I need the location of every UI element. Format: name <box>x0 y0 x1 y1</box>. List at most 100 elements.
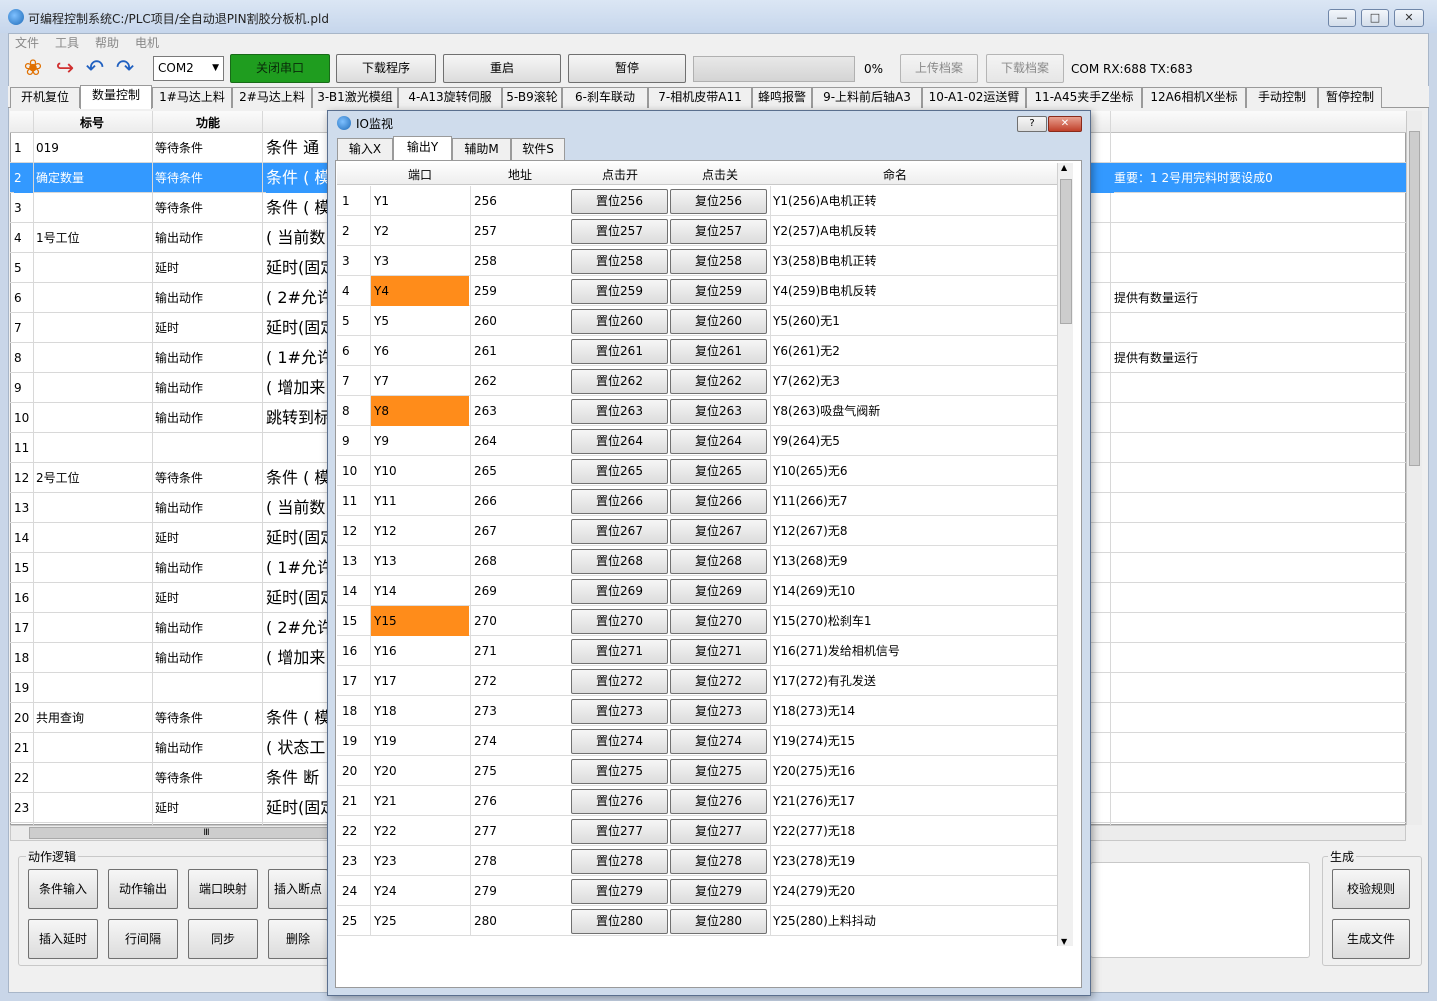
tab-7[interactable]: 6-刹车联动 <box>562 87 648 108</box>
menu-motor[interactable]: 电机 <box>135 34 159 51</box>
restart-button[interactable]: 重启 <box>443 54 561 83</box>
reset-output-button[interactable]: 复位267 <box>670 519 767 544</box>
maximize-button[interactable]: □ <box>1361 9 1389 27</box>
action-row1-button-2[interactable]: 端口映射 <box>188 869 258 909</box>
set-output-button[interactable]: 置位277 <box>571 819 668 844</box>
set-output-button[interactable]: 置位266 <box>571 489 668 514</box>
set-output-button[interactable]: 置位265 <box>571 459 668 484</box>
io-vertical-scrollbar[interactable]: ▲ ▼ <box>1057 163 1073 946</box>
menu-help[interactable]: 帮助 <box>95 34 119 51</box>
menu-file[interactable]: 文件 <box>15 34 39 51</box>
pause-button[interactable]: 暂停 <box>568 54 686 83</box>
settings-icon[interactable]: ❀ <box>20 56 46 82</box>
reset-output-button[interactable]: 复位265 <box>670 459 767 484</box>
generate-file-button[interactable]: 生成文件 <box>1332 919 1410 959</box>
reset-output-button[interactable]: 复位263 <box>670 399 767 424</box>
tab-5[interactable]: 4-A13旋转伺服 <box>398 87 502 108</box>
reset-output-button[interactable]: 复位276 <box>670 789 767 814</box>
reset-output-button[interactable]: 复位259 <box>670 279 767 304</box>
connect-icon[interactable]: ↪ <box>52 56 78 82</box>
scroll-down-icon[interactable]: ▼ <box>1061 937 1067 946</box>
reset-output-button[interactable]: 复位275 <box>670 759 767 784</box>
reset-output-button[interactable]: 复位270 <box>670 609 767 634</box>
set-output-button[interactable]: 置位260 <box>571 309 668 334</box>
tab-13[interactable]: 12A6相机X坐标 <box>1142 87 1246 108</box>
tab-1[interactable]: 数量控制 <box>80 85 152 109</box>
com-port-select[interactable]: COM2 ▼ <box>153 56 224 81</box>
reset-output-button[interactable]: 复位260 <box>670 309 767 334</box>
set-output-button[interactable]: 置位257 <box>571 219 668 244</box>
set-output-button[interactable]: 置位268 <box>571 549 668 574</box>
download-archive-button[interactable]: 下载档案 <box>986 54 1064 83</box>
set-output-button[interactable]: 置位279 <box>571 879 668 904</box>
tab-8[interactable]: 7-相机皮带A11 <box>648 87 752 108</box>
reset-output-button[interactable]: 复位264 <box>670 429 767 454</box>
dialog-help-button[interactable]: ? <box>1017 116 1047 132</box>
reset-output-button[interactable]: 复位266 <box>670 489 767 514</box>
action-row1-button-1[interactable]: 动作输出 <box>108 869 178 909</box>
reset-output-button[interactable]: 复位274 <box>670 729 767 754</box>
reset-output-button[interactable]: 复位257 <box>670 219 767 244</box>
set-output-button[interactable]: 置位273 <box>571 699 668 724</box>
reset-output-button[interactable]: 复位258 <box>670 249 767 274</box>
reset-output-button[interactable]: 复位272 <box>670 669 767 694</box>
tab-14[interactable]: 手动控制 <box>1246 87 1318 108</box>
reset-output-button[interactable]: 复位261 <box>670 339 767 364</box>
grid-vertical-scrollbar[interactable] <box>1406 111 1422 825</box>
reset-output-button[interactable]: 复位273 <box>670 699 767 724</box>
scroll-up-icon[interactable]: ▲ <box>1061 163 1067 172</box>
tab-4[interactable]: 3-B1激光模组 <box>312 87 398 108</box>
set-output-button[interactable]: 置位274 <box>571 729 668 754</box>
tab-12[interactable]: 11-A45夹手Z坐标 <box>1026 87 1142 108</box>
set-output-button[interactable]: 置位272 <box>571 669 668 694</box>
reset-output-button[interactable]: 复位278 <box>670 849 767 874</box>
set-output-button[interactable]: 置位271 <box>571 639 668 664</box>
reset-output-button[interactable]: 复位268 <box>670 549 767 574</box>
verify-rules-button[interactable]: 校验规则 <box>1332 869 1410 909</box>
set-output-button[interactable]: 置位262 <box>571 369 668 394</box>
action-row2-button-3[interactable]: 删除 <box>268 919 328 959</box>
set-output-button[interactable]: 置位276 <box>571 789 668 814</box>
redo-icon[interactable]: ↷ <box>112 56 138 82</box>
reset-output-button[interactable]: 复位279 <box>670 879 767 904</box>
io-tab-0[interactable]: 输入X <box>337 138 393 160</box>
reset-output-button[interactable]: 复位271 <box>670 639 767 664</box>
io-tab-2[interactable]: 辅助M <box>452 138 511 160</box>
dialog-close-button[interactable]: ✕ <box>1048 116 1082 132</box>
upload-archive-button[interactable]: 上传档案 <box>900 54 978 83</box>
set-output-button[interactable]: 置位269 <box>571 579 668 604</box>
set-output-button[interactable]: 置位258 <box>571 249 668 274</box>
tab-3[interactable]: 2#马达上料 <box>232 87 312 108</box>
io-tab-1[interactable]: 输出Y <box>393 136 452 161</box>
action-row1-button-3[interactable]: 插入断点 <box>268 869 328 909</box>
action-row1-button-0[interactable]: 条件输入 <box>28 869 98 909</box>
io-tab-3[interactable]: 软件S <box>511 138 565 160</box>
tab-11[interactable]: 10-A1-02运送臂 <box>922 87 1026 108</box>
set-output-button[interactable]: 置位270 <box>571 609 668 634</box>
set-output-button[interactable]: 置位259 <box>571 279 668 304</box>
minimize-button[interactable]: — <box>1328 9 1356 27</box>
set-output-button[interactable]: 置位264 <box>571 429 668 454</box>
set-output-button[interactable]: 置位267 <box>571 519 668 544</box>
reset-output-button[interactable]: 复位262 <box>670 369 767 394</box>
set-output-button[interactable]: 置位275 <box>571 759 668 784</box>
set-output-button[interactable]: 置位261 <box>571 339 668 364</box>
download-program-button[interactable]: 下载程序 <box>336 54 436 83</box>
set-output-button[interactable]: 置位280 <box>571 909 668 934</box>
tab-10[interactable]: 9-上料前后轴A3 <box>812 87 922 108</box>
undo-icon[interactable]: ↶ <box>82 56 108 82</box>
action-row2-button-0[interactable]: 插入延时 <box>28 919 98 959</box>
tab-6[interactable]: 5-B9滚轮 <box>502 87 562 108</box>
set-output-button[interactable]: 置位263 <box>571 399 668 424</box>
reset-output-button[interactable]: 复位256 <box>670 189 767 214</box>
set-output-button[interactable]: 置位256 <box>571 189 668 214</box>
action-row2-button-2[interactable]: 同步 <box>188 919 258 959</box>
tab-0[interactable]: 开机复位 <box>10 87 80 108</box>
reset-output-button[interactable]: 复位280 <box>670 909 767 934</box>
tab-2[interactable]: 1#马达上料 <box>152 87 232 108</box>
close-window-button[interactable]: ✕ <box>1394 9 1424 27</box>
menu-tools[interactable]: 工具 <box>55 34 79 51</box>
action-row2-button-1[interactable]: 行间隔 <box>108 919 178 959</box>
reset-output-button[interactable]: 复位277 <box>670 819 767 844</box>
tab-15[interactable]: 暂停控制 <box>1318 87 1382 108</box>
